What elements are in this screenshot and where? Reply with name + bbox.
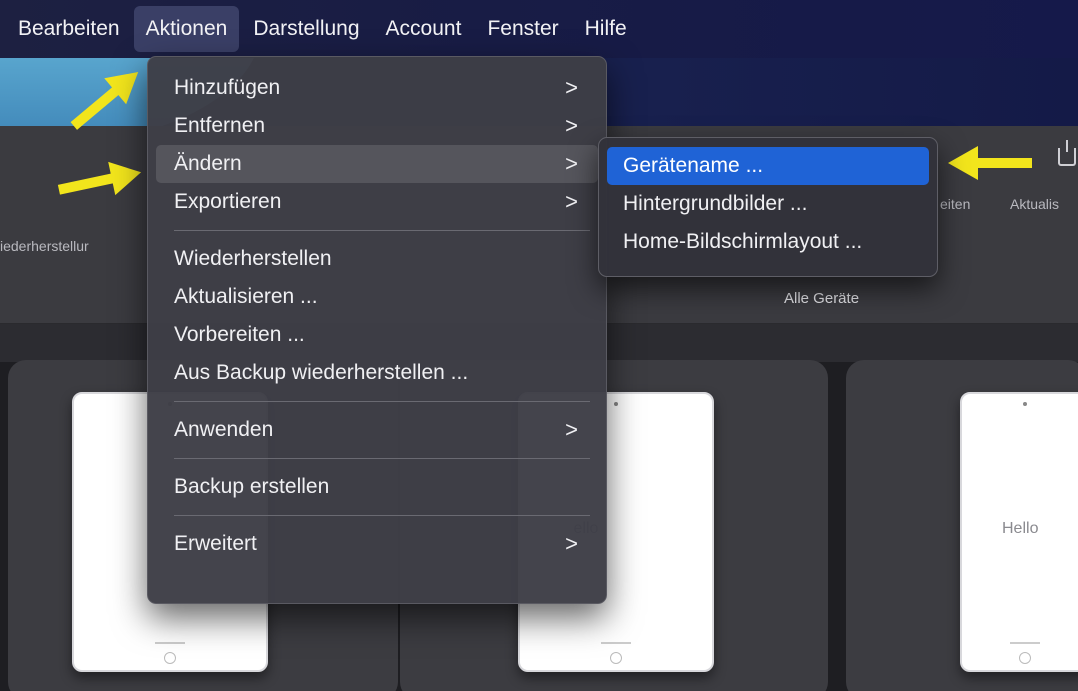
- menu-item-anwenden[interactable]: Anwenden >: [156, 411, 598, 449]
- chevron-right-icon: >: [565, 531, 578, 556]
- menu-account[interactable]: Account: [374, 6, 474, 52]
- menu-separator: [174, 458, 590, 459]
- change-submenu: Gerätename ... Hintergrundbilder ... Hom…: [598, 137, 938, 277]
- menu-item-wiederherstellen[interactable]: Wiederherstellen: [156, 240, 598, 278]
- menu-item-erweitert[interactable]: Erweitert >: [156, 525, 598, 563]
- setup-text: [601, 642, 631, 644]
- menu-item-label: Wiederherstellen: [174, 247, 332, 270]
- ipad-preview: Hello: [960, 392, 1078, 672]
- submenu-item-geraetename[interactable]: Gerätename ...: [607, 147, 929, 185]
- chevron-right-icon: >: [565, 113, 578, 138]
- toolbar-label-update[interactable]: Aktualis: [1010, 196, 1059, 212]
- menu-separator: [174, 230, 590, 231]
- menu-fenster[interactable]: Fenster: [475, 6, 570, 52]
- setup-text: [1010, 642, 1040, 644]
- chevron-right-icon: >: [565, 189, 578, 214]
- setup-text: [155, 642, 185, 644]
- submenu-item-hintergrundbilder[interactable]: Hintergrundbilder ...: [607, 185, 929, 223]
- actions-menu: Hinzufügen > Entfernen > Ändern > Export…: [147, 56, 607, 604]
- home-button-icon: [610, 652, 622, 664]
- annotation-arrow-icon: [948, 146, 1032, 180]
- menu-item-aktualisieren[interactable]: Aktualisieren ...: [156, 278, 598, 316]
- chevron-right-icon: >: [565, 151, 578, 176]
- menu-item-exportieren[interactable]: Exportieren >: [156, 183, 598, 221]
- menu-item-vorbereiten[interactable]: Vorbereiten ...: [156, 316, 598, 354]
- toolbar-label-restore[interactable]: iederherstellur: [0, 238, 89, 254]
- menu-item-label: Aktualisieren ...: [174, 285, 318, 308]
- menu-item-label: Backup erstellen: [174, 475, 330, 498]
- menu-item-label: Erweitert: [174, 532, 257, 555]
- all-devices-label: Alle Geräte: [784, 290, 860, 307]
- menu-separator: [174, 401, 590, 402]
- camera-dot: [614, 402, 618, 406]
- menu-item-entfernen[interactable]: Entfernen >: [156, 107, 598, 145]
- submenu-item-home-layout[interactable]: Home-Bildschirmlayout ...: [607, 223, 929, 261]
- menu-item-aendern[interactable]: Ändern >: [156, 145, 598, 183]
- menu-item-aus-backup[interactable]: Aus Backup wiederherstellen ...: [156, 354, 598, 392]
- menu-item-label: Ändern: [174, 152, 242, 175]
- chevron-right-icon: >: [565, 75, 578, 100]
- home-button-icon: [1019, 652, 1031, 664]
- menu-item-backup-erstellen[interactable]: Backup erstellen: [156, 468, 598, 506]
- toolbar-label-prepare[interactable]: eiten: [940, 196, 970, 212]
- menu-item-label: Entfernen: [174, 114, 266, 137]
- menu-item-label: Hinzufügen: [174, 76, 281, 99]
- menu-bearbeiten[interactable]: Bearbeiten: [6, 6, 132, 52]
- menu-item-label: Anwenden: [174, 418, 274, 441]
- menu-separator: [174, 515, 590, 516]
- menu-item-hinzufuegen[interactable]: Hinzufügen >: [156, 69, 598, 107]
- share-icon[interactable]: [1058, 140, 1076, 166]
- menu-hilfe[interactable]: Hilfe: [573, 6, 639, 52]
- menu-item-label: Vorbereiten ...: [174, 323, 305, 346]
- menu-aktionen[interactable]: Aktionen: [133, 6, 240, 52]
- menu-item-label: Exportieren: [174, 190, 282, 213]
- menu-darstellung[interactable]: Darstellung: [241, 6, 371, 52]
- menu-item-label: Aus Backup wiederherstellen ...: [174, 361, 469, 384]
- chevron-right-icon: >: [565, 417, 578, 442]
- hello-text: Hello: [1002, 520, 1039, 537]
- menu-bar: Bearbeiten Aktionen Darstellung Account …: [0, 0, 1078, 58]
- home-button-icon: [164, 652, 176, 664]
- camera-dot: [1023, 402, 1027, 406]
